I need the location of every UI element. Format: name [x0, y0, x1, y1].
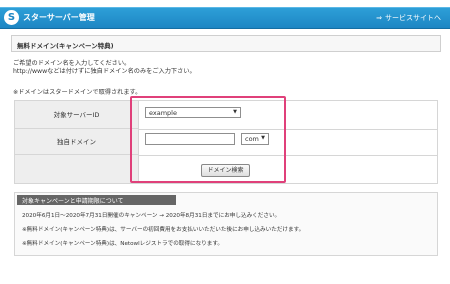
highlight-frame	[130, 96, 286, 183]
app-header: S スターサーバー管理 ⇒ サービスサイトへ	[0, 7, 450, 29]
server-id-label: 対象サーバーID	[15, 101, 139, 129]
campaign-tab-label: 対象キャンペーンと申請期限について	[17, 195, 176, 205]
intro-line-1: ご希望のドメイン名を入力してください。	[13, 60, 131, 67]
intro-text: ご希望のドメイン名を入力してください。 http://wwwなどは付けずに独自ド…	[13, 60, 196, 76]
section-title: 無料ドメイン(キャンペーン特典)	[11, 35, 441, 52]
registrar-note: ※ドメインはスタードメインで取得されます。	[13, 89, 142, 96]
service-site-link-label: サービスサイトへ	[385, 14, 441, 22]
domain-label: 独自ドメイン	[15, 129, 139, 155]
campaign-note-payment: ※無料ドメイン(キャンペーン特典)は、サーバーの初回費用をお支払いいただいた後に…	[22, 227, 305, 233]
campaign-note-registrar: ※無料ドメイン(キャンペーン特典)は、Netowlレジストラでの取得になります。	[22, 241, 223, 247]
intro-line-2: http://wwwなどは付けずに独自ドメイン名のみをご入力下さい。	[13, 68, 196, 75]
service-site-link[interactable]: ⇒ サービスサイトへ	[376, 13, 441, 23]
button-row-label-cell	[15, 155, 139, 183]
arrow-right-icon: ⇒	[376, 14, 382, 22]
campaign-period-line: 2020年6月1日～2020年7月31日開催のキャンペーン → 2020年8月3…	[22, 213, 281, 219]
starserver-logo-icon: S	[4, 10, 19, 25]
app-title: スターサーバー管理	[23, 13, 95, 22]
